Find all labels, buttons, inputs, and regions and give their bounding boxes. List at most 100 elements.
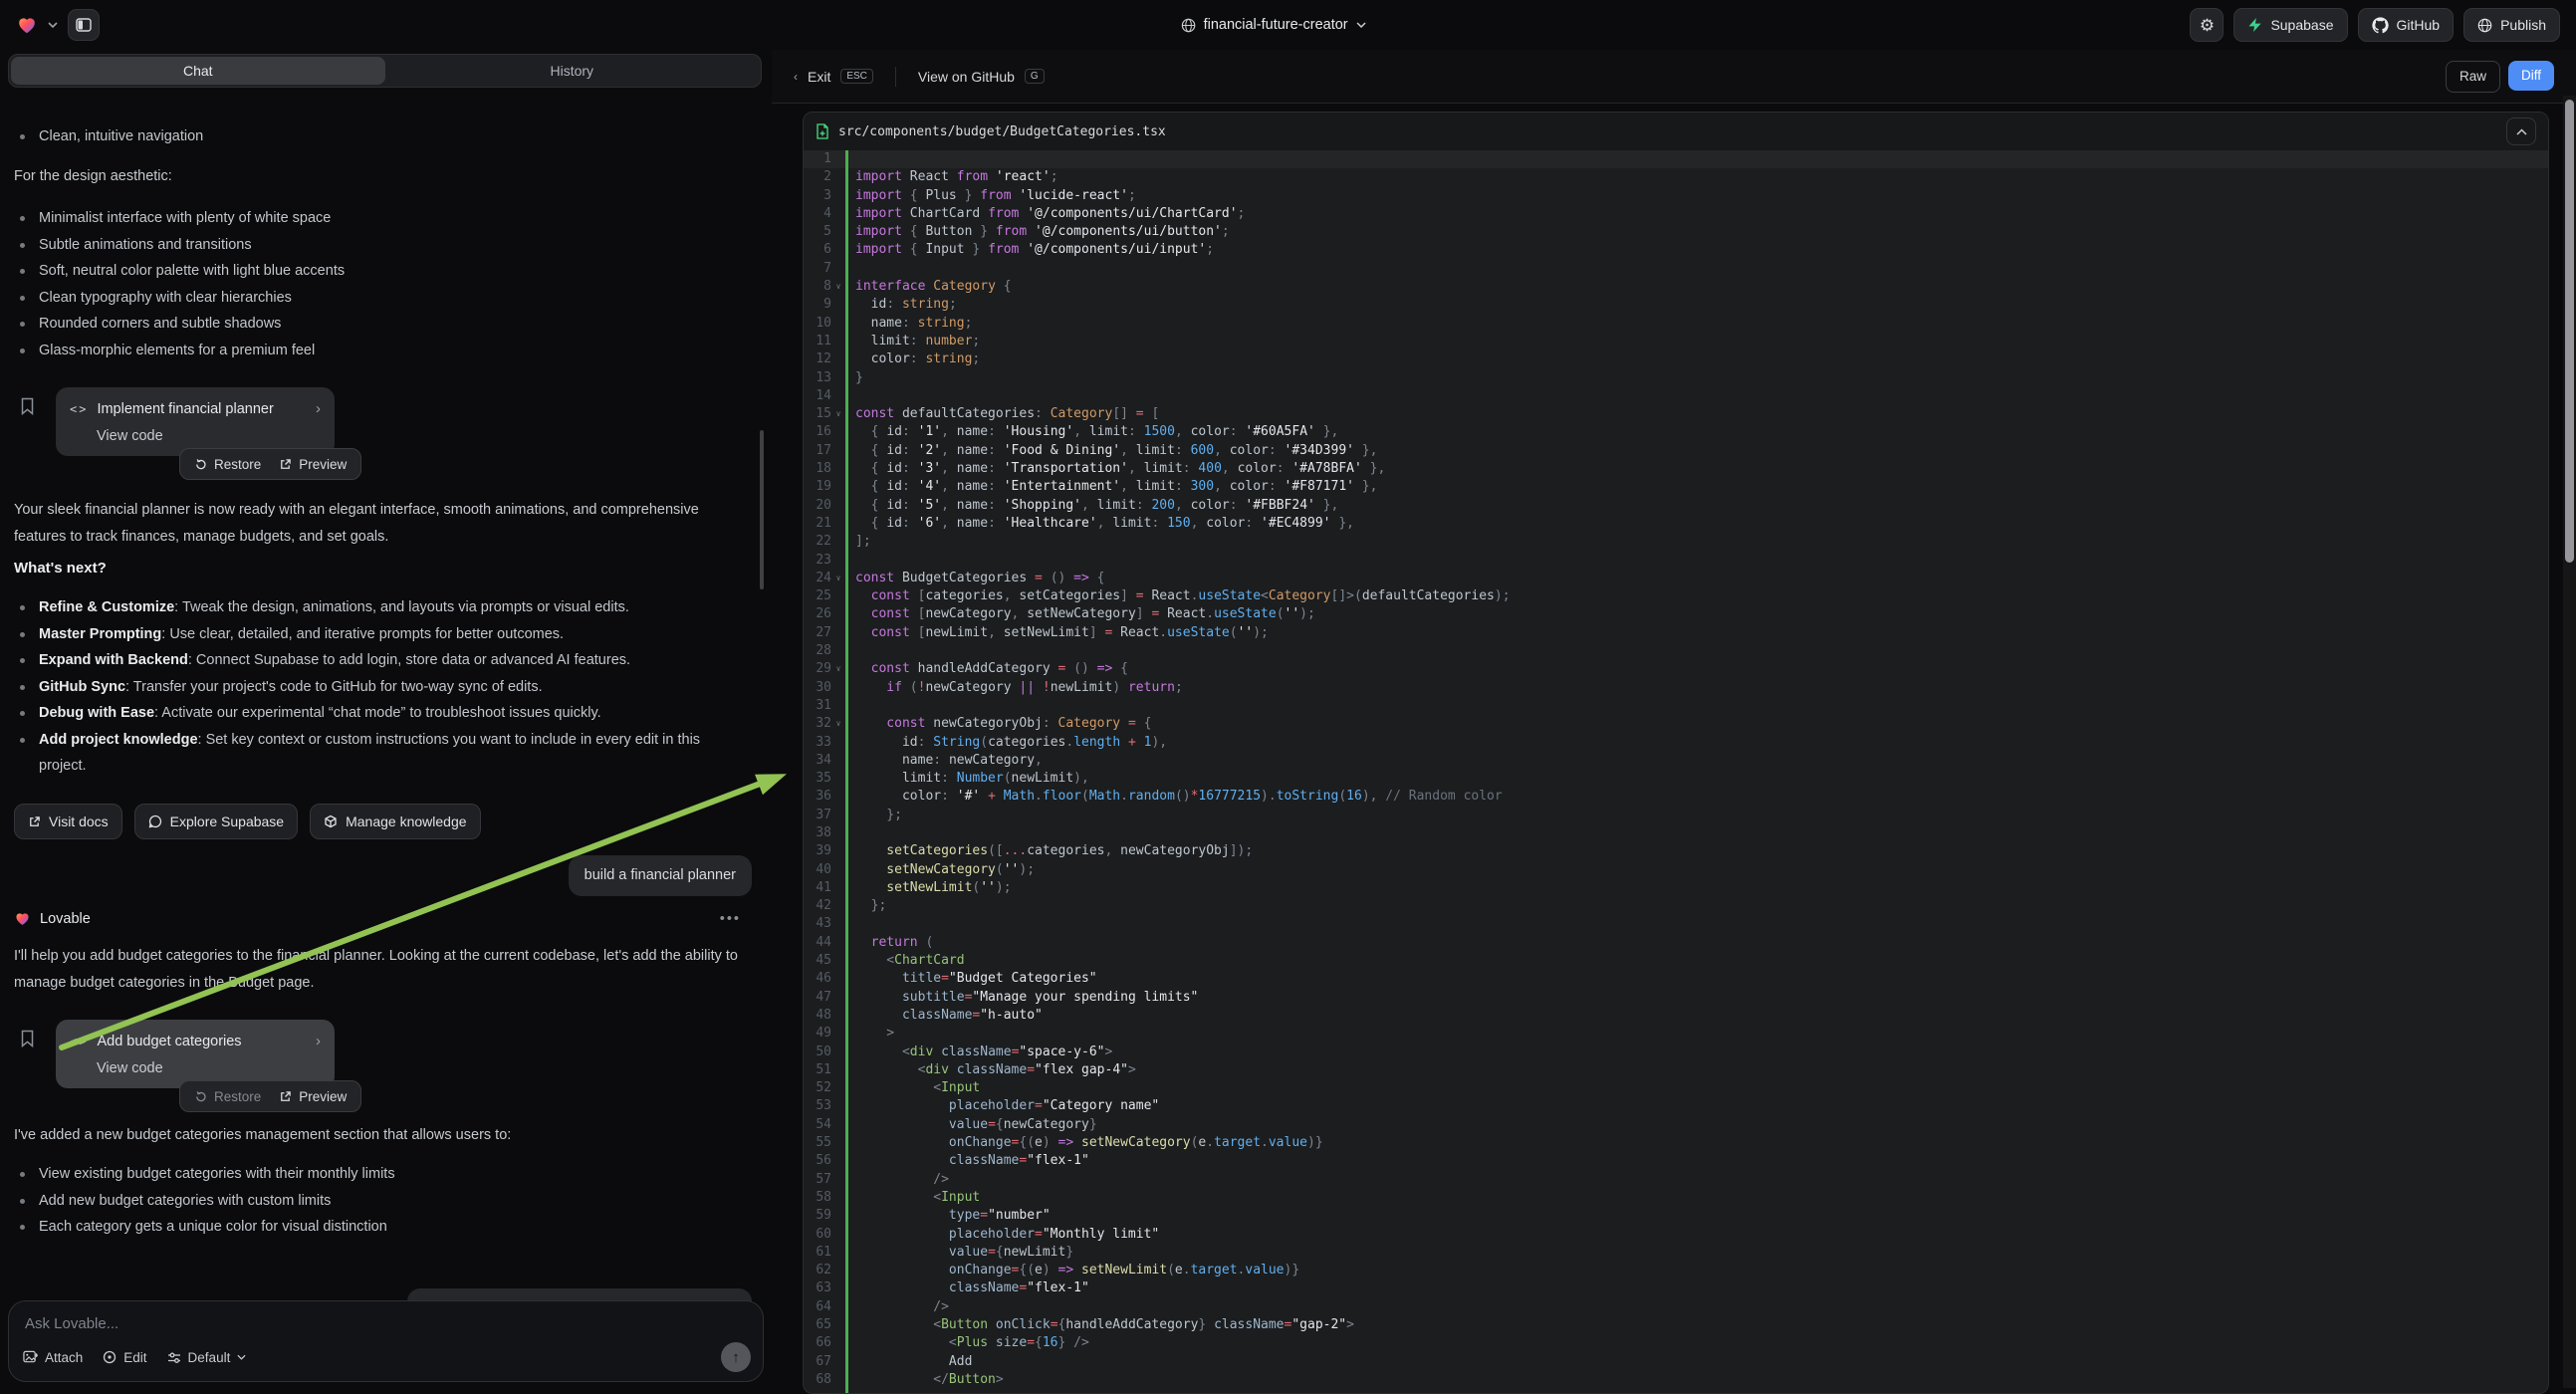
code-line: 3import { Plus } from 'lucide-react'; [804, 187, 2548, 205]
restore-icon [194, 458, 207, 471]
line-number: 36 [804, 788, 831, 806]
fold-gutter [831, 533, 845, 551]
edit-card-add-budget-categories[interactable]: <> Add budget categories › View code [56, 1020, 335, 1088]
attach-button[interactable]: Attach [23, 1350, 83, 1365]
toggle-sidebar-button[interactable] [68, 9, 100, 41]
supabase-button[interactable]: Supabase [2233, 8, 2347, 42]
restore-icon [194, 1090, 207, 1103]
raw-toggle-button[interactable]: Raw [2446, 61, 2500, 93]
line-text: name: string; [845, 315, 972, 333]
line-number: 26 [804, 605, 831, 623]
code-line: 29∨ const handleAddCategory = () => { [804, 660, 2548, 678]
code-line: 41 setNewLimit(''); [804, 879, 2548, 897]
settings-button[interactable]: ⚙ [2190, 8, 2224, 42]
view-code-link[interactable]: View code [97, 1060, 321, 1076]
fold-gutter [831, 497, 845, 515]
view-on-github-button[interactable]: View on GitHub [918, 69, 1015, 85]
sliders-icon [167, 1351, 181, 1364]
view-code-link[interactable]: View code [97, 428, 321, 444]
edit-card-title: Add budget categories [97, 1034, 241, 1049]
line-number: 68 [804, 1371, 831, 1389]
line-text: setNewLimit(''); [845, 879, 1012, 897]
bookmark-icon[interactable] [20, 397, 35, 415]
line-number: 25 [804, 587, 831, 605]
line-number: 58 [804, 1189, 831, 1207]
chat-composer[interactable]: Ask Lovable... Attach Edit Default ↑ [8, 1300, 764, 1382]
fold-gutter [831, 1097, 845, 1115]
edit-card-title: Implement financial planner [97, 401, 273, 417]
line-number: 18 [804, 460, 831, 478]
fold-chevron-icon[interactable]: ∨ [831, 278, 845, 296]
design-bullet-list: Minimalist interface with plenty of whit… [14, 205, 749, 363]
edit-card-implement-financial-planner[interactable]: <> Implement financial planner › View co… [56, 387, 335, 456]
tab-history[interactable]: History [385, 57, 760, 85]
explore-supabase-button[interactable]: Explore Supabase [134, 804, 298, 839]
collapse-file-button[interactable] [2506, 117, 2536, 145]
publish-button[interactable]: Publish [2463, 8, 2560, 42]
line-text: const newCategoryObj: Category = { [845, 715, 1151, 733]
code-line: 51 <div className="flex gap-4"> [804, 1061, 2548, 1079]
code-line: 56 className="flex-1" [804, 1152, 2548, 1170]
line-text: className="flex-1" [845, 1152, 1089, 1170]
edit-mode-button[interactable]: Edit [103, 1350, 146, 1365]
model-selector[interactable]: Default [167, 1350, 247, 1365]
code-line: 21 { id: '6', name: 'Healthcare', limit:… [804, 515, 2548, 533]
fold-gutter [831, 1353, 845, 1371]
lovable-logo-icon[interactable] [16, 14, 38, 36]
window-scrollbar-thumb[interactable] [2565, 100, 2574, 563]
assistant-name: Lovable [40, 911, 91, 927]
line-number: 53 [804, 1097, 831, 1115]
fold-gutter [831, 478, 845, 496]
bookmark-icon[interactable] [20, 1030, 35, 1047]
code-line: 63 className="flex-1" [804, 1279, 2548, 1297]
fold-gutter [831, 624, 845, 642]
fold-gutter [831, 1371, 845, 1389]
code-line: 36 color: '#' + Math.floor(Math.random()… [804, 788, 2548, 806]
code-line: 66 <Plus size={16} /> [804, 1334, 2548, 1352]
restore-button[interactable]: Restore [194, 1089, 261, 1104]
line-text: <Input [845, 1189, 980, 1207]
fold-gutter [831, 1025, 845, 1043]
divider [895, 67, 896, 87]
line-text: /> [845, 1298, 949, 1316]
line-number: 63 [804, 1279, 831, 1297]
file-header[interactable]: src/components/budget/BudgetCategories.t… [804, 113, 2548, 151]
fold-gutter [831, 333, 845, 350]
line-number: 21 [804, 515, 831, 533]
restore-button[interactable]: Restore [194, 457, 261, 472]
line-number: 56 [804, 1152, 831, 1170]
chevron-down-icon[interactable] [48, 22, 58, 28]
fold-chevron-icon[interactable]: ∨ [831, 570, 845, 587]
fold-gutter [831, 1207, 845, 1225]
tab-chat[interactable]: Chat [11, 57, 385, 85]
code-line: 60 placeholder="Monthly limit" [804, 1226, 2548, 1244]
chevron-down-icon [1356, 22, 1366, 28]
exit-button[interactable]: Exit [808, 69, 830, 85]
line-number: 67 [804, 1353, 831, 1371]
github-button[interactable]: GitHub [2358, 8, 2455, 42]
fold-chevron-icon[interactable]: ∨ [831, 405, 845, 423]
chat-input[interactable]: Ask Lovable... [25, 1315, 749, 1332]
preview-button[interactable]: Preview [279, 457, 347, 472]
line-number: 39 [804, 842, 831, 860]
lovable-heart-icon [14, 910, 31, 927]
fold-gutter [831, 1279, 845, 1297]
manage-knowledge-button[interactable]: Manage knowledge [310, 804, 480, 839]
chat-scrollbar-thumb[interactable] [760, 430, 764, 589]
code-line: 35 limit: Number(newLimit), [804, 770, 2548, 788]
visit-docs-button[interactable]: Visit docs [14, 804, 122, 839]
line-text: subtitle="Manage your spending limits" [845, 989, 1198, 1007]
line-number: 35 [804, 770, 831, 788]
fold-chevron-icon[interactable]: ∨ [831, 715, 845, 733]
project-switcher[interactable]: financial-future-creator [1181, 0, 1366, 50]
window-scrollbar[interactable] [2563, 96, 2576, 1388]
code-toolbar: ‹ Exit ESC View on GitHub G Raw Diff [772, 50, 2576, 104]
gear-icon: ⚙ [2200, 17, 2215, 34]
diff-toggle-button[interactable]: Diff [2508, 61, 2554, 91]
preview-button[interactable]: Preview [279, 1089, 347, 1104]
line-number: 23 [804, 552, 831, 570]
code-line: 30 if (!newCategory || !newLimit) return… [804, 679, 2548, 697]
fold-chevron-icon[interactable]: ∨ [831, 660, 845, 678]
message-menu-icon[interactable]: ••• [720, 911, 741, 927]
send-button[interactable]: ↑ [721, 1342, 751, 1372]
